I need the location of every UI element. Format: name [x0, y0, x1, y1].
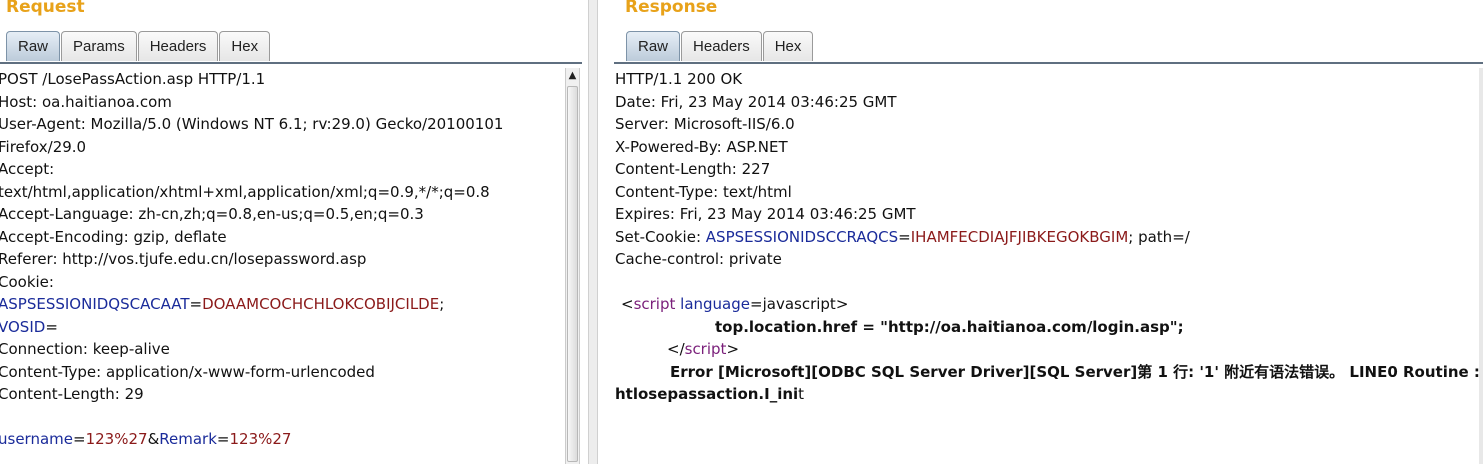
sql-error-continuation: htlosepassaction.I_init — [615, 383, 1480, 406]
cookie-name: ASPSESSIONIDSCCRAQCS — [705, 227, 899, 246]
request-tabbar: Raw Params Headers Hex — [6, 31, 271, 62]
response-line: Date: Fri, 23 May 2014 03:46:25 GMT — [615, 92, 897, 111]
response-title: Response — [625, 0, 718, 17]
cookie-name: ASPSESSIONIDQSCACAAT — [0, 295, 190, 313]
request-line: text/html,application/xhtml+xml,applicat… — [0, 182, 490, 201]
error-routine: htlosepassaction.I_ini — [615, 385, 799, 403]
tab-request-hex[interactable]: Hex — [219, 31, 271, 61]
script-body-line: top.location.href = "http://oa.haitianoa… — [715, 317, 1184, 336]
cookie-eq: = — [189, 295, 203, 313]
script-close-line: </script> — [615, 338, 1480, 361]
scroll-thumb[interactable] — [567, 86, 578, 462]
error-routine-tail: t — [798, 385, 805, 403]
request-line: POST /LosePassAction.asp HTTP/1.1 — [0, 70, 266, 88]
attr-value: javascript — [762, 295, 836, 313]
cookie-attrs: ; path=/ — [1128, 227, 1190, 246]
tag-bracket: </ — [667, 340, 685, 358]
request-line: Connection: keep-alive — [0, 340, 170, 358]
param-name: Remark — [159, 430, 217, 448]
request-line: Referer: http://vos.tjufe.edu.cn/losepas… — [0, 250, 367, 268]
tag-bracket: > — [726, 340, 740, 358]
response-raw-text[interactable]: HTTP/1.1 200 OK Date: Fri, 23 May 2014 0… — [615, 68, 1480, 406]
param-eq: = — [216, 430, 230, 448]
pane-splitter[interactable] — [588, 0, 598, 464]
response-line: X-Powered-By: ASP.NET — [615, 137, 788, 156]
script-open-line: <script language=javascript> — [615, 293, 1480, 316]
response-pane: Response Raw Headers Hex HTTP/1.1 200 OK… — [598, 0, 1483, 464]
request-tab-underline — [0, 62, 582, 64]
tab-response-raw[interactable]: Raw — [626, 31, 681, 61]
param-value: 123%27 — [85, 430, 148, 448]
response-line: Content-Length: 227 — [615, 160, 771, 178]
response-line: Server: Microsoft-IIS/6.0 — [615, 115, 795, 133]
attr-eq: = — [750, 295, 763, 313]
response-line: Cache-control: private — [615, 250, 782, 268]
header-key: Set-Cookie: — [615, 227, 706, 246]
param-name: username — [0, 430, 73, 448]
param-eq: = — [73, 430, 86, 448]
tab-response-headers[interactable]: Headers — [681, 31, 762, 61]
request-line: Content-Length: 29 — [0, 385, 144, 403]
request-line: Accept: — [0, 160, 55, 178]
cookie-value: DOAAMCOCHCHLOKCOBIJCILDE — [202, 295, 440, 313]
request-line: Host: oa.haitianoa.com — [0, 92, 172, 111]
tab-request-params[interactable]: Params — [61, 31, 137, 61]
request-title: Request — [6, 0, 85, 17]
tag-name: script — [684, 340, 727, 358]
request-scrollbar[interactable]: ▲ — [565, 68, 580, 464]
response-tab-underline — [614, 62, 1483, 64]
cookie-eq: = — [45, 317, 58, 336]
request-raw-text[interactable]: POST /LosePassAction.asp HTTP/1.1 Host: … — [0, 68, 503, 451]
cookie-line: VOSID= — [0, 316, 503, 339]
set-cookie-line: Set-Cookie: ASPSESSIONIDSCCRAQCS=IHAMFEC… — [615, 226, 1480, 249]
tag-bracket: < — [621, 295, 634, 313]
tag-name: script — [633, 295, 676, 313]
response-line: Content-Type: text/html — [615, 182, 792, 201]
response-tabbar: Raw Headers Hex — [626, 31, 814, 62]
cookie-name: VOSID — [0, 317, 46, 336]
request-pane: Request Raw Params Headers Hex POST /Los… — [0, 0, 588, 464]
scroll-up-arrow-icon[interactable]: ▲ — [566, 68, 579, 84]
response-line: Expires: Fri, 23 May 2014 03:46:25 GMT — [615, 205, 916, 223]
tab-request-raw[interactable]: Raw — [6, 31, 61, 61]
request-line: Accept-Encoding: gzip, deflate — [0, 227, 227, 246]
response-scrollbar[interactable] — [1479, 68, 1483, 464]
param-value: 123%27 — [229, 430, 292, 448]
request-line: Firefox/29.0 — [0, 137, 87, 156]
cookie-line: ASPSESSIONIDQSCACAAT=DOAAMCOCHCHLOKCOBIJ… — [0, 293, 503, 316]
cookie-value: IHAMFECDIAJFJIBKEGOKBGIM — [910, 227, 1129, 246]
attr-name: language — [675, 295, 750, 313]
request-line: Content-Type: application/x-www-form-url… — [0, 362, 375, 381]
tab-response-hex[interactable]: Hex — [762, 31, 814, 61]
request-line: Cookie: — [0, 272, 54, 291]
request-line: Accept-Language: zh-cn,zh;q=0.8,en-us;q=… — [0, 205, 424, 223]
tag-bracket: > — [835, 295, 849, 313]
sql-error-line: Error [Microsoft][ODBC SQL Server Driver… — [670, 362, 1480, 381]
tab-request-headers[interactable]: Headers — [137, 31, 219, 61]
response-line: HTTP/1.1 200 OK — [615, 70, 743, 88]
body-params-line: username=123%27&Remark=123%27 — [0, 428, 503, 451]
cookie-semicolon: ; — [439, 295, 445, 313]
cookie-eq: = — [898, 227, 911, 246]
param-separator: & — [147, 430, 160, 448]
request-line: User-Agent: Mozilla/5.0 (Windows NT 6.1;… — [0, 115, 504, 133]
